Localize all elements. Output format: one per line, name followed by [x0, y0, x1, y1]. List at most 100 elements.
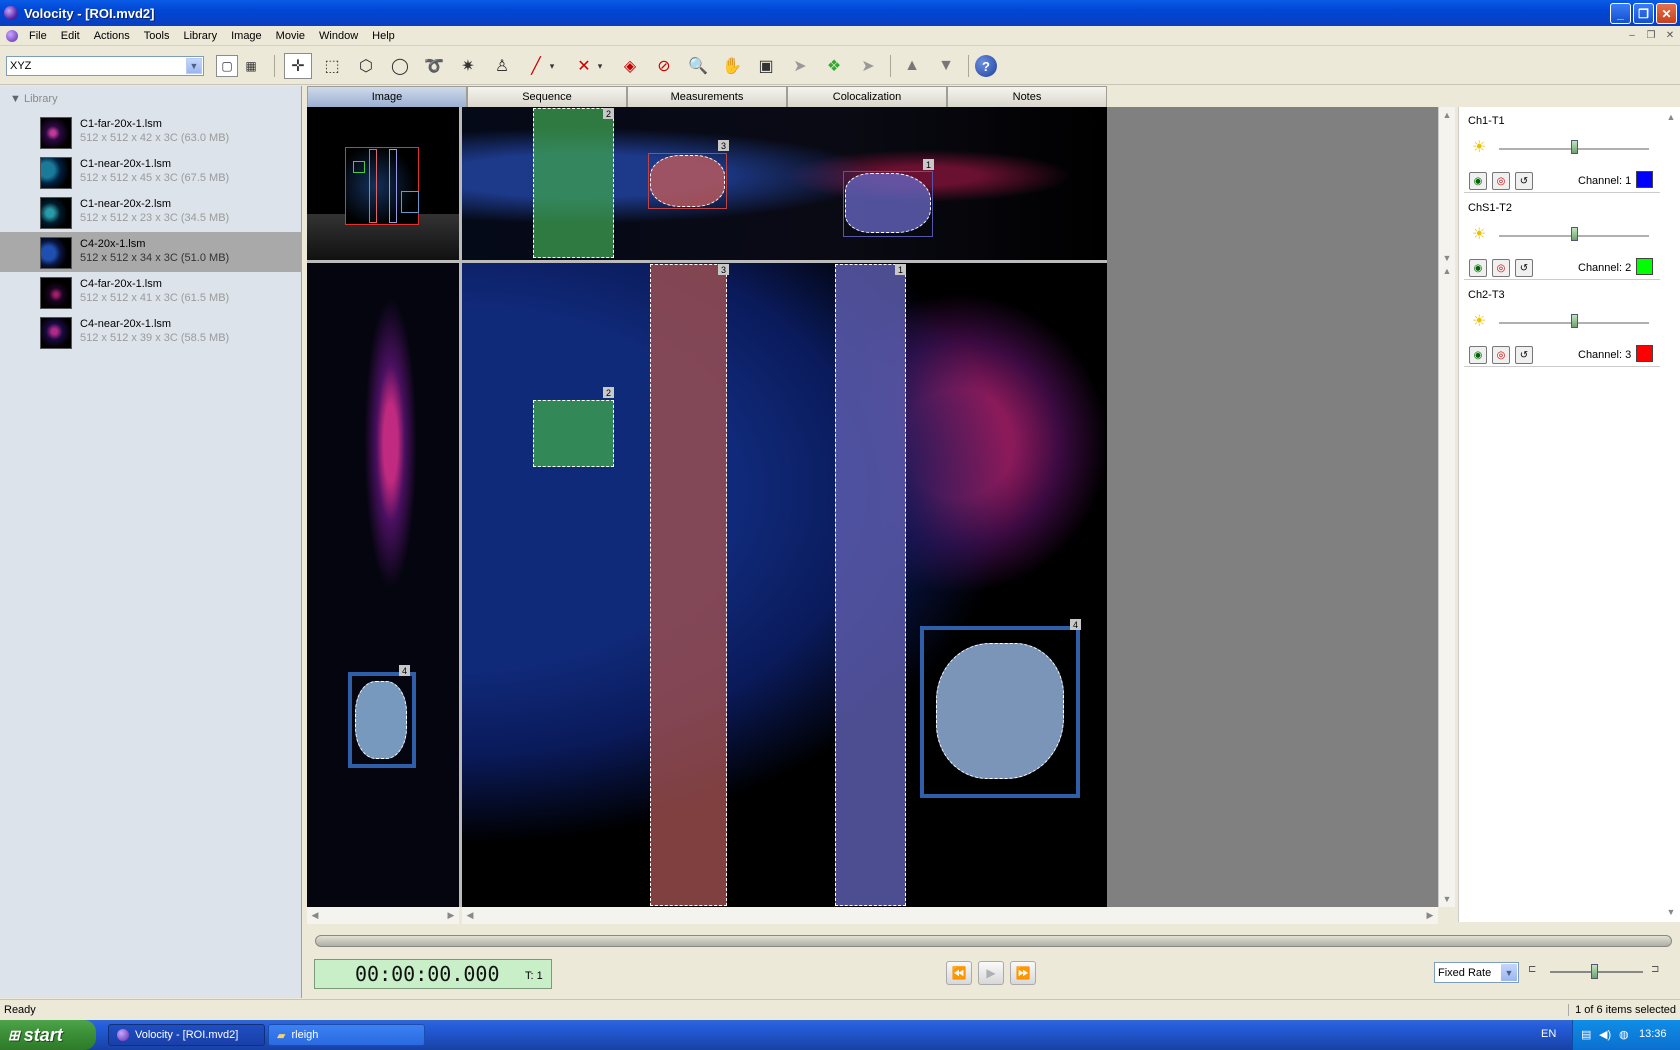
channel-color-swatch[interactable] — [1636, 171, 1653, 188]
menu-tools[interactable]: Tools — [137, 30, 177, 42]
target-icon[interactable]: ◎ — [1492, 259, 1510, 277]
reset-icon[interactable]: ↺ — [1515, 172, 1533, 190]
target-icon[interactable]: ◎ — [1492, 346, 1510, 364]
library-header[interactable]: ▼ Library — [10, 93, 58, 105]
polygon-roi-icon[interactable]: ⬡ — [352, 53, 380, 79]
single-view-button[interactable]: ▢ — [216, 55, 238, 77]
horizontal-scrollbar[interactable]: ◀ ▶ — [462, 907, 1438, 924]
view-select[interactable]: XYZ ▼ — [6, 56, 204, 76]
tab-measurements[interactable]: Measurements — [627, 86, 787, 107]
grid-view-button[interactable]: ▦ — [240, 55, 262, 77]
library-item[interactable]: C4-far-20x-1.lsm 512 x 512 x 41 x 3C (61… — [0, 272, 302, 312]
task-volocity[interactable]: Volocity - [ROI.mvd2] — [108, 1024, 265, 1046]
menu-image[interactable]: Image — [224, 30, 269, 42]
fast-forward-button[interactable]: ⏩ — [1010, 961, 1036, 985]
library-item[interactable]: C1-near-20x-1.lsm 512 x 512 x 45 x 3C (6… — [0, 152, 302, 192]
roi-3-xy[interactable] — [650, 264, 727, 906]
menu-edit[interactable]: Edit — [54, 30, 87, 42]
slider-thumb[interactable] — [1571, 227, 1578, 241]
horizontal-scrollbar[interactable]: ◀ ▶ — [307, 907, 459, 924]
scroll-up-icon[interactable]: ▲ — [1663, 109, 1679, 125]
task-folder[interactable]: ▰ rleigh — [268, 1024, 425, 1046]
roi-2-xy[interactable] — [533, 400, 614, 467]
chevron-down-icon[interactable]: ▼ — [1501, 964, 1517, 981]
library-item[interactable]: C1-near-20x-2.lsm 512 x 512 x 23 x 3C (3… — [0, 192, 302, 232]
menu-file[interactable]: File — [22, 30, 54, 42]
roi-2-xz[interactable] — [533, 108, 614, 258]
slider-thumb[interactable] — [1571, 314, 1578, 328]
camera-icon[interactable]: ▣ — [752, 53, 780, 79]
stamp-tool-icon[interactable]: ♙ — [488, 53, 516, 79]
timeline-bar[interactable] — [315, 935, 1672, 947]
scroll-down-icon[interactable]: ▼ — [1663, 904, 1679, 920]
menu-help[interactable]: Help — [365, 30, 402, 42]
lasso-tool-icon[interactable]: ➰ — [420, 53, 448, 79]
mdi-restore-button[interactable]: ❐ — [1643, 28, 1659, 42]
ellipse-roi-icon[interactable]: ◯ — [386, 53, 414, 79]
hand-pan-icon[interactable]: ✋ — [718, 53, 746, 79]
eye-icon[interactable]: ◉ — [1469, 172, 1487, 190]
start-button[interactable]: ⊞ start — [0, 1020, 96, 1050]
zoom-icon[interactable]: 🔍 — [684, 53, 712, 79]
arrow-up-icon[interactable]: ▲ — [898, 53, 926, 79]
library-item[interactable]: C4-near-20x-1.lsm 512 x 512 x 39 x 3C (5… — [0, 312, 302, 352]
document-icon[interactable] — [6, 29, 18, 42]
scroll-up-icon[interactable]: ▲ — [1439, 107, 1455, 123]
xy-view[interactable]: 2 3 1 4 — [462, 263, 1107, 907]
play-button[interactable]: ▶ — [978, 961, 1004, 985]
security-icon[interactable]: ◍ — [1619, 1028, 1629, 1041]
scroll-right-icon[interactable]: ▶ — [1422, 907, 1438, 923]
rate-select[interactable]: Fixed Rate ▼ — [1434, 962, 1519, 983]
maximize-button[interactable]: ❐ — [1633, 3, 1654, 24]
scroll-down-icon[interactable]: ▼ — [1439, 891, 1455, 907]
help-icon[interactable]: ? — [972, 53, 1000, 79]
vertical-scrollbar[interactable]: ▲ ▼ ▲ ▼ — [1438, 107, 1455, 907]
scroll-left-icon[interactable]: ◀ — [307, 907, 323, 923]
delete-roi-icon[interactable]: ⊘ — [650, 53, 678, 79]
yz-view[interactable]: 4 — [307, 263, 459, 907]
volume-icon[interactable]: ◀) — [1599, 1028, 1611, 1041]
menu-actions[interactable]: Actions — [87, 30, 137, 42]
scroll-up-icon[interactable]: ▲ — [1439, 263, 1455, 279]
xz-view[interactable]: 2 3 1 — [462, 107, 1107, 260]
channel-color-swatch[interactable] — [1636, 345, 1653, 362]
export-icon[interactable]: ➤ — [854, 53, 882, 79]
library-item-selected[interactable]: C4-20x-1.lsm 512 x 512 x 34 x 3C (51.0 M… — [0, 232, 302, 272]
network-icon[interactable]: ▤ — [1581, 1028, 1591, 1041]
roi-4-xy[interactable] — [936, 643, 1064, 779]
tab-sequence[interactable]: Sequence — [467, 86, 627, 107]
roi-1-xy[interactable] — [835, 264, 906, 906]
scroll-right-icon[interactable]: ▶ — [443, 907, 459, 923]
eye-icon[interactable]: ◉ — [1469, 346, 1487, 364]
target-icon[interactable]: ◎ — [1492, 172, 1510, 190]
mdi-minimize-button[interactable]: – — [1624, 28, 1640, 42]
roi-4-yz[interactable] — [355, 681, 407, 759]
eye-icon[interactable]: ◉ — [1469, 259, 1487, 277]
chevron-down-icon[interactable]: ▾ — [546, 53, 558, 79]
tab-colocalization[interactable]: Colocalization — [787, 86, 947, 107]
roi-1-xz[interactable] — [845, 173, 931, 233]
slider-thumb[interactable] — [1571, 140, 1578, 154]
menu-library[interactable]: Library — [176, 30, 224, 42]
magic-wand-icon[interactable]: ✷ — [454, 53, 482, 79]
library-item[interactable]: C1-far-20x-1.lsm 512 x 512 x 42 x 3C (63… — [0, 112, 302, 152]
reset-icon[interactable]: ↺ — [1515, 346, 1533, 364]
roi-3-xz[interactable] — [650, 155, 725, 207]
speed-slider-thumb[interactable] — [1591, 964, 1598, 979]
image-canvas[interactable]: 2 3 1 4 2 3 1 4 — [307, 107, 1107, 907]
chevron-down-icon[interactable]: ▼ — [10, 93, 24, 105]
tab-image[interactable]: Image — [307, 86, 467, 107]
send-icon[interactable]: ➤ — [786, 53, 814, 79]
channel-color-swatch[interactable] — [1636, 258, 1653, 275]
3d-overview[interactable] — [307, 107, 459, 260]
mdi-close-button[interactable]: ✕ — [1662, 28, 1678, 42]
chevron-down-icon[interactable]: ▼ — [186, 58, 202, 74]
arrow-down-icon[interactable]: ▼ — [932, 53, 960, 79]
crosshair-tool-icon[interactable]: ✛ — [284, 53, 312, 79]
rewind-button[interactable]: ⏪ — [946, 961, 972, 985]
menu-movie[interactable]: Movie — [269, 30, 312, 42]
eraser-icon[interactable]: ◈ — [616, 53, 644, 79]
tab-notes[interactable]: Notes — [947, 86, 1107, 107]
colocalization-icon[interactable]: ❖ — [820, 53, 848, 79]
language-indicator[interactable]: EN — [1541, 1028, 1556, 1040]
